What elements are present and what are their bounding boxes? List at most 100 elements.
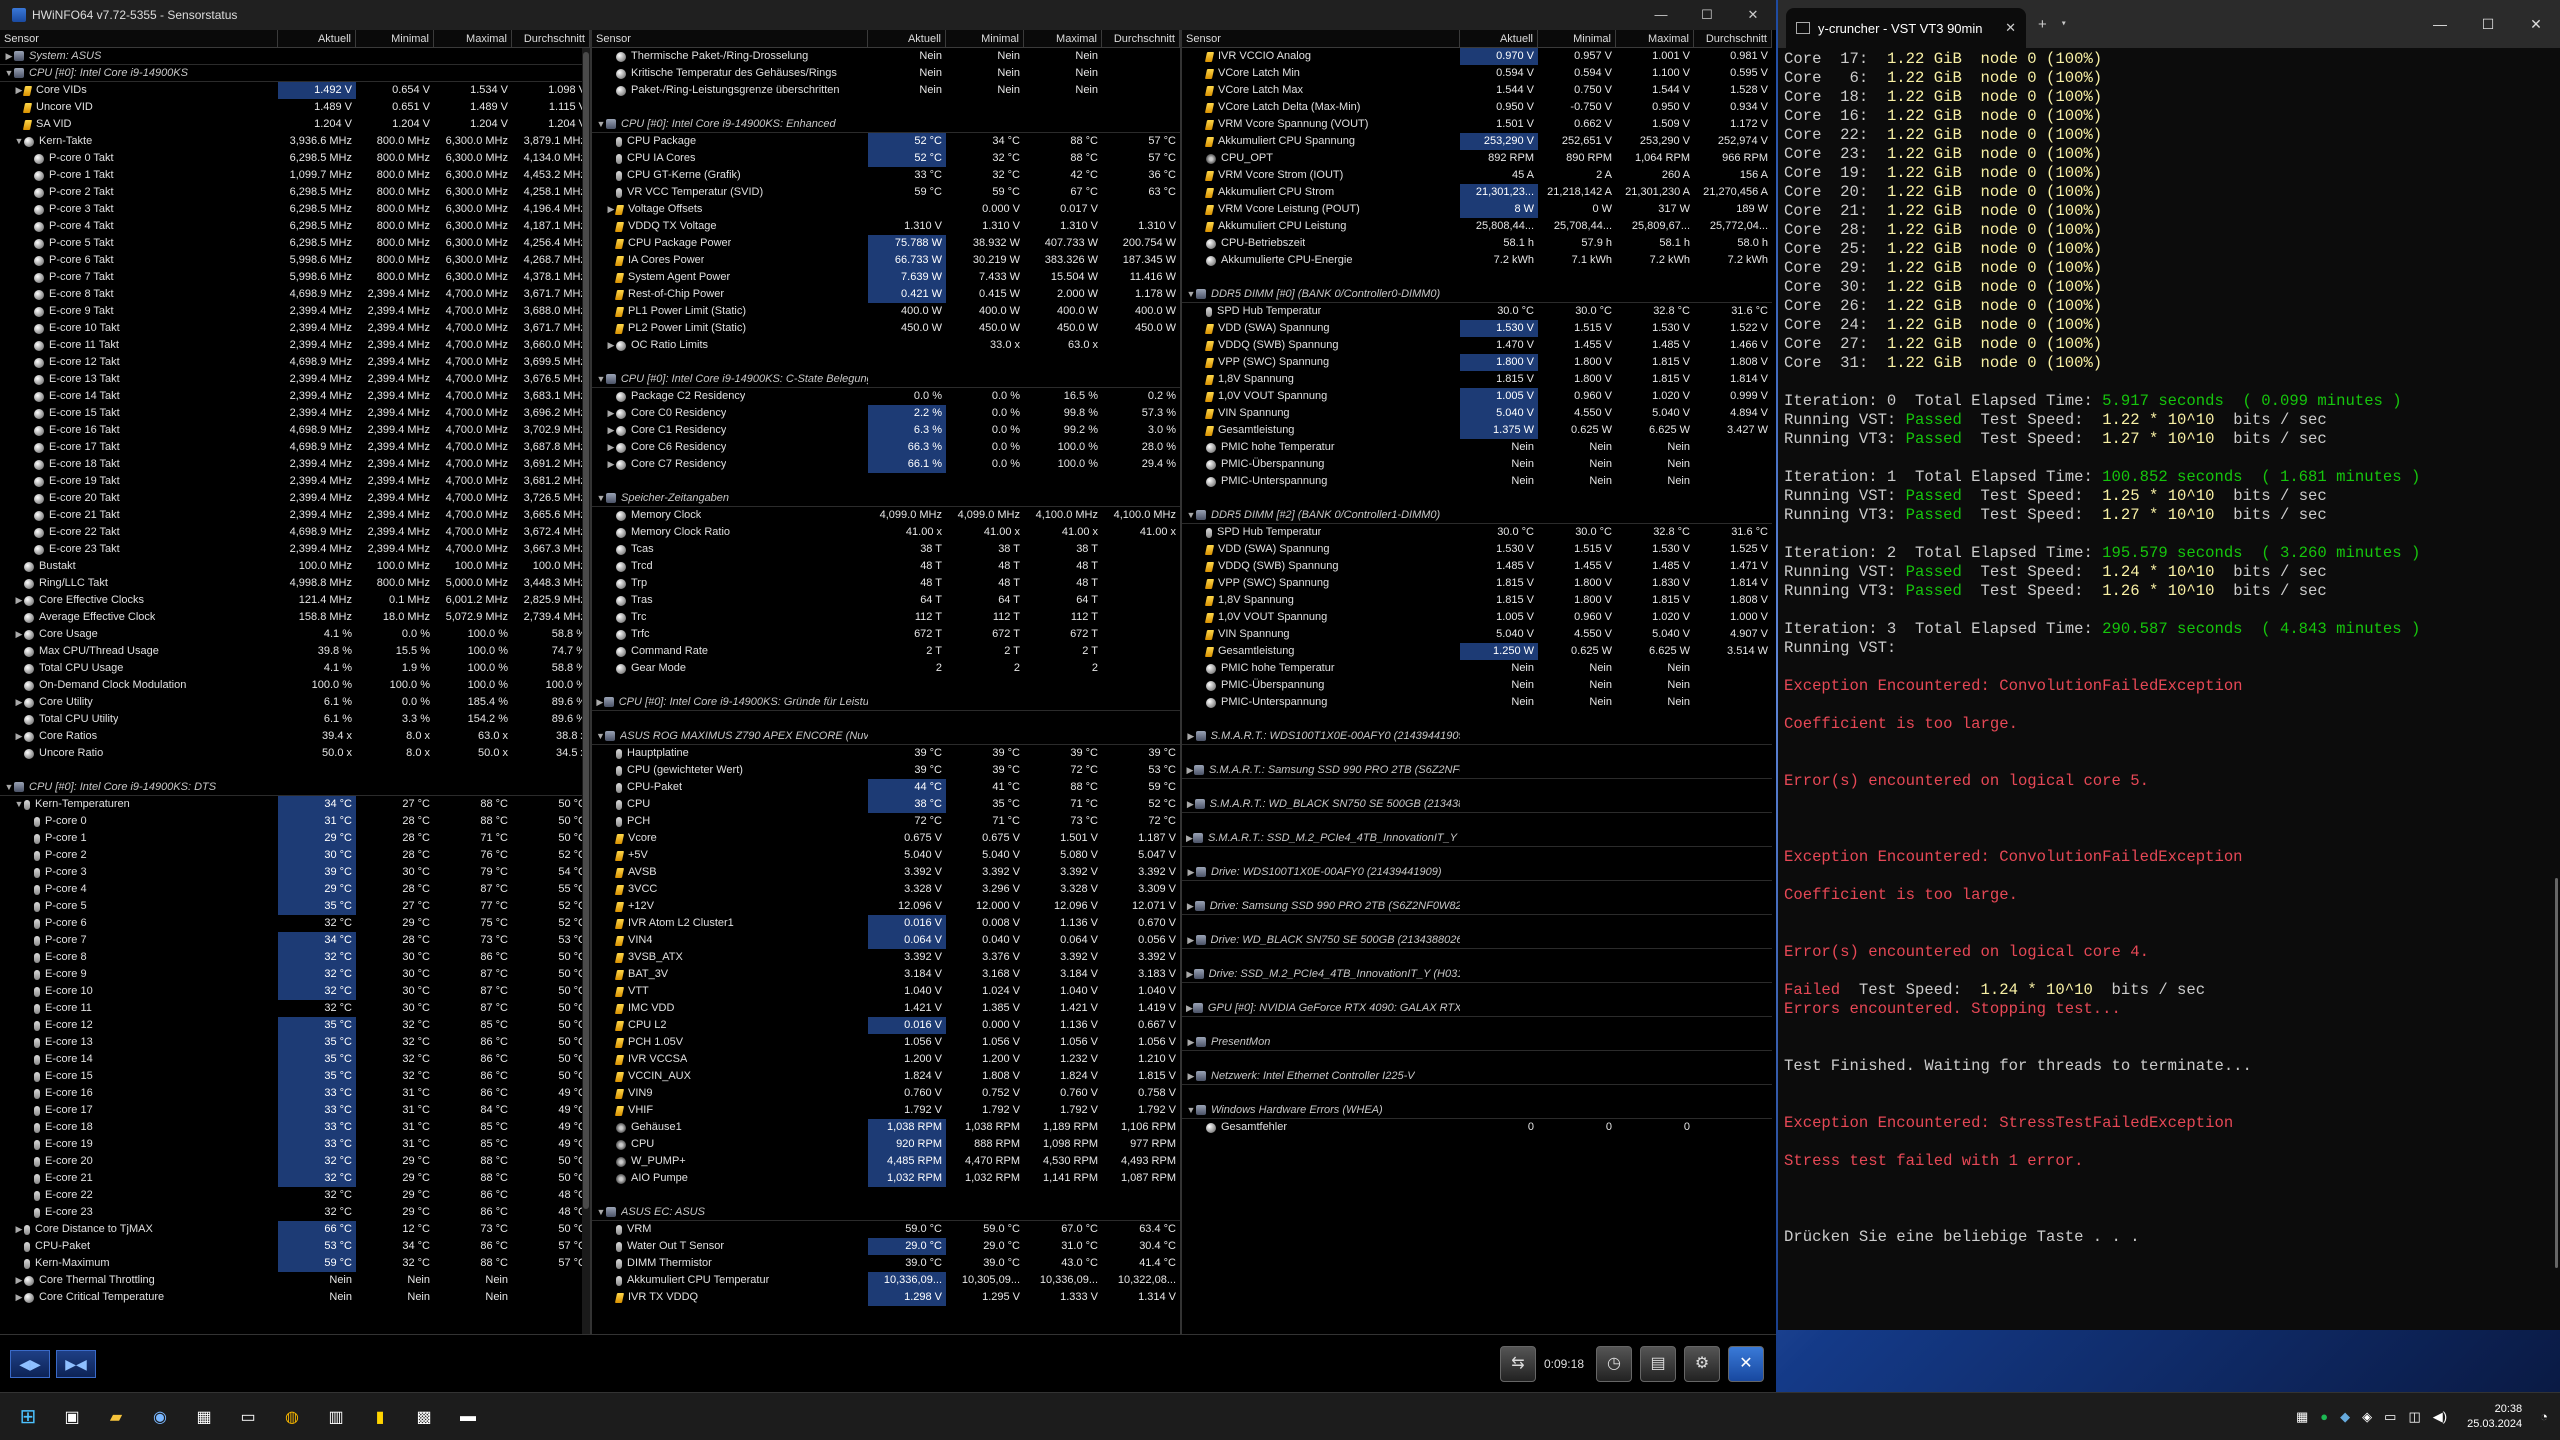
- sensor-row[interactable]: E-core 18 Takt 2,399.4 MHz 2,399.4 MHz 4,70…: [0, 456, 590, 473]
- sensor-row[interactable]: E-core 13 35 °C 32 °C 86 °C 50 °C: [0, 1034, 590, 1051]
- sensor-row[interactable]: ▼ Kern-Temperaturen 34 °C 27 °C 88 °C 50 °C: [0, 796, 590, 813]
- sensor-row[interactable]: IMC VDD 1.421 V 1.385 V 1.421 V 1.419 V: [592, 1000, 1180, 1017]
- sensor-row[interactable]: SPD Hub Temperatur 30.0 °C 30.0 °C 32.8 °C 3…: [1182, 303, 1772, 320]
- sensor-row[interactable]: Gesamtfehler 0 0 0: [1182, 1119, 1772, 1136]
- sensor-row[interactable]: E-core 11 32 °C 30 °C 87 °C 50 °C: [0, 1000, 590, 1017]
- header-avg[interactable]: Durchschnitt: [1102, 30, 1180, 47]
- header-sensor[interactable]: Sensor: [592, 30, 868, 47]
- sensor-row[interactable]: CPU Package Power 75.788 W 38.932 W 407.733…: [592, 235, 1180, 252]
- sensor-row[interactable]: 1,8V Spannung 1.815 V 1.800 V 1.815 V 1.808 …: [1182, 592, 1772, 609]
- sensor-row[interactable]: PMIC-Überspannung Nein Nein Nein: [1182, 456, 1772, 473]
- sensor-row[interactable]: ▶ Core VIDs 1.492 V 0.654 V 1.534 V 1.098 V: [0, 82, 590, 99]
- sensor-row[interactable]: ▼ Kern-Takte 3,936.6 MHz 800.0 MHz 6,300.0 M…: [0, 133, 590, 150]
- sensor-row[interactable]: E-core 13 Takt 2,399.4 MHz 2,399.4 MHz 4,70…: [0, 371, 590, 388]
- sensor-row[interactable]: Memory Clock Ratio 41.00 x 41.00 x 41.00 x4…: [592, 524, 1180, 541]
- tab-close-icon[interactable]: ✕: [2005, 20, 2016, 36]
- next-arrows-icon[interactable]: ▶◀: [56, 1349, 96, 1378]
- minimize-button[interactable]: —: [1638, 7, 1684, 23]
- sensor-row[interactable]: E-core 20 32 °C 29 °C 88 °C 50 °C: [0, 1153, 590, 1170]
- sensor-row[interactable]: PMIC-Überspannung Nein Nein Nein: [1182, 677, 1772, 694]
- sensor-row[interactable]: ▶ Core Ratios 39.4 x 8.0 x 63.0 x 38.8 x: [0, 728, 590, 745]
- sensor-group-row[interactable]: ▶ S.M.A.R.T.: WD_BLACK SN750 SE 500GB (21…: [1182, 796, 1772, 813]
- sensor-row[interactable]: E-core 17 33 °C 31 °C 84 °C 49 °C: [0, 1102, 590, 1119]
- header-max[interactable]: Maximal: [1616, 30, 1694, 47]
- collapse-icon[interactable]: ▼: [596, 116, 606, 132]
- network-icon[interactable]: ⇆: [1499, 1345, 1536, 1382]
- sensor-row[interactable]: E-core 12 35 °C 32 °C 85 °C 50 °C: [0, 1017, 590, 1034]
- hwinfo-titlebar[interactable]: HWiNFO64 v7.72-5355 - Sensorstatus — ☐ ✕: [0, 0, 1776, 30]
- sensor-row[interactable]: ▶ Core C6 Residency 66.3 % 0.0 % 100.0 % 28.0…: [592, 439, 1180, 456]
- sensor-row[interactable]: Gehäuse1 1,038 RPM 1,038 RPM 1,189 RPM 1,106…: [592, 1119, 1180, 1136]
- sensor-row[interactable]: PMIC-Unterspannung Nein Nein Nein: [1182, 694, 1772, 711]
- hwinfo-taskbar-icon[interactable]: ▩: [408, 1401, 440, 1433]
- sensor-group-row[interactable]: ▼ CPU [#0]: Intel Core i9-14900KS: Enhanc…: [592, 116, 1180, 133]
- collapse-icon[interactable]: ▼: [4, 65, 14, 81]
- sensor-row[interactable]: P-core 4 29 °C 28 °C 87 °C 55 °C: [0, 881, 590, 898]
- sensor-row[interactable]: E-core 20 Takt 2,399.4 MHz 2,399.4 MHz 4,70…: [0, 490, 590, 507]
- sensor-row[interactable]: DIMM Thermistor 39.0 °C 39.0 °C 43.0 °C 41.4…: [592, 1255, 1180, 1272]
- sensor-row[interactable]: AIO Pumpe 1,032 RPM 1,032 RPM 1,141 RPM 1,08…: [592, 1170, 1180, 1187]
- sensor-group-row[interactable]: ▼ DDR5 DIMM [#0] (BANK 0/Controller0-DIMM…: [1182, 286, 1772, 303]
- expand-icon[interactable]: ▶: [14, 694, 24, 711]
- terminal-scrollbar[interactable]: [2555, 878, 2558, 1268]
- sensor-row[interactable]: PCH 72 °C 71 °C 73 °C 72 °C: [592, 813, 1180, 830]
- sensor-row[interactable]: VDDQ (SWB) Spannung 1.485 V 1.455 V 1.485 V…: [1182, 558, 1772, 575]
- sensor-pane-2[interactable]: Sensor Aktuell Minimal Maximal Durchschn…: [592, 30, 1182, 1334]
- sensor-row[interactable]: VIN Spannung 5.040 V 4.550 V 5.040 V 4.907 V: [1182, 626, 1772, 643]
- sensor-row[interactable]: SPD Hub Temperatur 30.0 °C 30.0 °C 32.8 °C 3…: [1182, 524, 1772, 541]
- sensor-row[interactable]: Command Rate 2 T2 T2 T: [592, 643, 1180, 660]
- sensor-row[interactable]: Max CPU/Thread Usage 39.8 % 15.5 % 100.0 % 7…: [0, 643, 590, 660]
- expand-icon[interactable]: ▶: [1186, 864, 1196, 880]
- sensor-row[interactable]: P-core 4 Takt 6,298.5 MHz 800.0 MHz 6,300.0…: [0, 218, 590, 235]
- sensor-row[interactable]: Total CPU Utility 6.1 % 3.3 % 154.2 % 89.6 %: [0, 711, 590, 728]
- sensor-row[interactable]: VIN4 0.064 V 0.040 V 0.064 V 0.056 V: [592, 932, 1180, 949]
- sensor-row[interactable]: E-core 19 Takt 2,399.4 MHz 2,399.4 MHz 4,70…: [0, 473, 590, 490]
- sensor-row[interactable]: VDDQ TX Voltage 1.310 V 1.310 V 1.310 V 1.31…: [592, 218, 1180, 235]
- sensor-group-row[interactable]: ▶ GPU [#0]: NVIDIA GeForce RTX 4090: GALA…: [1182, 1000, 1772, 1017]
- sensor-row[interactable]: E-core 18 33 °C 31 °C 85 °C 49 °C: [0, 1119, 590, 1136]
- expand-icon[interactable]: ▶: [14, 626, 24, 643]
- sensor-row[interactable]: VTT 1.040 V 1.024 V 1.040 V 1.040 V: [592, 983, 1180, 1000]
- sensor-row[interactable]: E-core 8 32 °C 30 °C 86 °C 50 °C: [0, 949, 590, 966]
- sensor-row[interactable]: ▶ Core Utility 6.1 % 0.0 % 185.4 % 89.6 %: [0, 694, 590, 711]
- sensor-row[interactable]: VPP (SWC) Spannung 1.815 V 1.800 V 1.830 V1…: [1182, 575, 1772, 592]
- expand-icon[interactable]: ▶: [606, 422, 616, 439]
- sensor-row[interactable]: Akkumuliert CPU Strom 21,301,23... 21,218,…: [1182, 184, 1772, 201]
- sensor-row[interactable]: Average Effective Clock 158.8 MHz 18.0 MHz…: [0, 609, 590, 626]
- sensor-row[interactable]: E-core 16 33 °C 31 °C 86 °C 49 °C: [0, 1085, 590, 1102]
- sensor-row[interactable]: PMIC hohe Temperatur Nein Nein Nein: [1182, 439, 1772, 456]
- expand-icon[interactable]: ▶: [14, 728, 24, 745]
- sensor-group-row[interactable]: ▼ASUS ROG MAXIMUS Z790 APEX ENCORE (Nuvo…: [592, 728, 1180, 745]
- sensor-row[interactable]: ▶ Core C7 Residency 66.1 % 0.0 % 100.0 % 29.4…: [592, 456, 1180, 473]
- sensor-row[interactable]: P-core 6 32 °C 29 °C 75 °C 52 °C: [0, 915, 590, 932]
- header-avg[interactable]: Durchschnitt: [1694, 30, 1772, 47]
- expand-icon[interactable]: ▶: [14, 1272, 24, 1289]
- expand-icon[interactable]: ▶: [596, 694, 604, 710]
- header-sensor[interactable]: Sensor: [1182, 30, 1460, 47]
- sensor-group-row[interactable]: ▶ S.M.A.R.T.: SSD_M.2_PCIe4_4TB_Innovatio…: [1182, 830, 1772, 847]
- sensor-row[interactable]: P-core 5 35 °C 27 °C 77 °C 52 °C: [0, 898, 590, 915]
- sensor-row[interactable]: E-core 14 Takt 2,399.4 MHz 2,399.4 MHz 4,70…: [0, 388, 590, 405]
- expand-icon[interactable]: ▶: [606, 456, 616, 473]
- sensor-row[interactable]: VRM Vcore Leistung (POUT) 8 W0 W 317 W 189 …: [1182, 201, 1772, 218]
- close-button[interactable]: ✕: [1730, 7, 1776, 23]
- sensor-row[interactable]: VHIF 1.792 V 1.792 V 1.792 V 1.792 V: [592, 1102, 1180, 1119]
- terminal-output[interactable]: Core 17: 1.22 GiB node 0 (100%) Core 6: 1…: [1778, 48, 2560, 1330]
- sensor-row[interactable]: VDDQ (SWB) Spannung 1.470 V 1.455 V 1.485 V…: [1182, 337, 1772, 354]
- expand-icon[interactable]: ▶: [606, 439, 616, 456]
- sensor-pane-3[interactable]: Sensor Aktuell Minimal Maximal Durchschn…: [1182, 30, 1772, 1334]
- gear-icon[interactable]: ⚙: [1684, 1345, 1720, 1382]
- sensor-group-row[interactable]: ▶ Drive: WD_BLACK SN750 SE 500GB (2134388…: [1182, 932, 1772, 949]
- sensor-row[interactable]: E-core 8 Takt 4,698.9 MHz 2,399.4 MHz 4,700…: [0, 286, 590, 303]
- sensor-row[interactable]: E-core 15 Takt 2,399.4 MHz 2,399.4 MHz 4,70…: [0, 405, 590, 422]
- sensor-row[interactable]: SA VID 1.204 V 1.204 V 1.204 V 1.204 V: [0, 116, 590, 133]
- sensor-row[interactable]: +12V 12.096 V 12.000 V 12.096 V 12.071 V: [592, 898, 1180, 915]
- sensor-row[interactable]: 3VCC 3.328 V 3.296 V 3.328 V 3.309 V: [592, 881, 1180, 898]
- sensor-group-row[interactable]: ▶ Drive: Samsung SSD 990 PRO 2TB (S6Z2NF0…: [1182, 898, 1772, 915]
- sensor-group-row[interactable]: ▼ ASUS EC: ASUS: [592, 1204, 1180, 1221]
- header-min[interactable]: Minimal: [1538, 30, 1616, 47]
- sensor-row[interactable]: E-core 22 32 °C 29 °C 86 °C 48 °C: [0, 1187, 590, 1204]
- sensor-group-row[interactable]: ▼ Windows Hardware Errors (WHEA): [1182, 1102, 1772, 1119]
- tray-icon-hwinfo[interactable]: ▦: [2296, 1409, 2308, 1425]
- sensor-row[interactable]: Vcore 0.675 V 0.675 V 1.501 V 1.187 V: [592, 830, 1180, 847]
